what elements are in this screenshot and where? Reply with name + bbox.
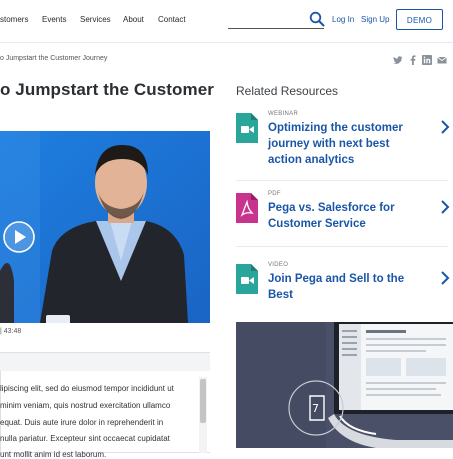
resource-title-line: Pega vs. Salesforce for — [268, 202, 395, 214]
video-duration: | 43:48 — [0, 328, 22, 335]
resource-type: VIDEO — [268, 262, 289, 268]
promo-banner[interactable]: 7 — [236, 322, 453, 448]
video-file-icon — [236, 264, 258, 294]
divider — [236, 246, 448, 247]
email-icon[interactable] — [437, 55, 447, 65]
video-thumbnail — [0, 131, 210, 323]
body-text-line: unt mollit anim id est laborum. — [0, 450, 107, 459]
body-text-line: minim veniam, quis nostrud exercitation … — [0, 401, 171, 410]
demo-button[interactable]: DEMO — [396, 9, 443, 30]
nav-about[interactable]: About — [123, 15, 144, 24]
promo-badge-number: 7 — [312, 402, 319, 415]
resource-title-line: journey with next best — [268, 138, 390, 150]
chevron-right-icon[interactable] — [440, 120, 450, 134]
video-player[interactable] — [0, 131, 210, 323]
search-icon[interactable] — [309, 11, 325, 27]
resource-link-join-pega[interactable]: Join Pega and Sell to the Best — [268, 271, 438, 303]
transcript-header — [0, 353, 210, 371]
body-text-line: equat. Duis aute irure dolor in reprehen… — [0, 418, 164, 427]
linkedin-icon[interactable] — [422, 55, 432, 65]
resource-link-pega-vs-salesforce[interactable]: Pega vs. Salesforce for Customer Service — [268, 200, 438, 232]
related-resources-title: Related Resources — [236, 84, 339, 98]
resource-link-optimizing[interactable]: Optimizing the customer journey with nex… — [268, 120, 438, 168]
body-text-line: lipiscing elit, sed do eiusmod tempor in… — [0, 384, 174, 393]
resource-type: PDF — [268, 191, 281, 197]
resource-title-line: Best — [268, 289, 293, 301]
promo-image — [236, 322, 453, 448]
resource-title-line: action analytics — [268, 154, 355, 166]
chevron-right-icon[interactable] — [440, 271, 450, 285]
resource-type: WEBINAR — [268, 111, 299, 117]
search-input[interactable] — [228, 28, 324, 29]
video-file-icon — [236, 113, 258, 143]
chevron-right-icon[interactable] — [440, 200, 450, 214]
breadcrumb[interactable]: o Jumpstart the Customer Journey — [0, 55, 107, 62]
signup-link[interactable]: Sign Up — [361, 15, 389, 24]
body-text-line: nulla pariatur. Excepteur sint occaecat … — [0, 434, 170, 443]
resource-title-line: Join Pega and Sell to the — [268, 273, 405, 285]
resource-title-line: Optimizing the customer — [268, 122, 403, 134]
resource-title-line: Customer Service — [268, 218, 366, 230]
pdf-file-icon — [236, 193, 258, 223]
page-title: o Jumpstart the Customer — [0, 80, 214, 99]
nav-customers[interactable]: stomers — [0, 15, 28, 24]
login-link[interactable]: Log In — [332, 15, 354, 24]
nav-events[interactable]: Events — [42, 15, 66, 24]
twitter-icon[interactable] — [393, 55, 403, 65]
nav-contact[interactable]: Contact — [158, 15, 186, 24]
scrollbar-thumb[interactable] — [200, 379, 206, 423]
divider — [236, 180, 448, 181]
facebook-icon[interactable] — [408, 55, 418, 65]
nav-services[interactable]: Services — [80, 15, 111, 24]
